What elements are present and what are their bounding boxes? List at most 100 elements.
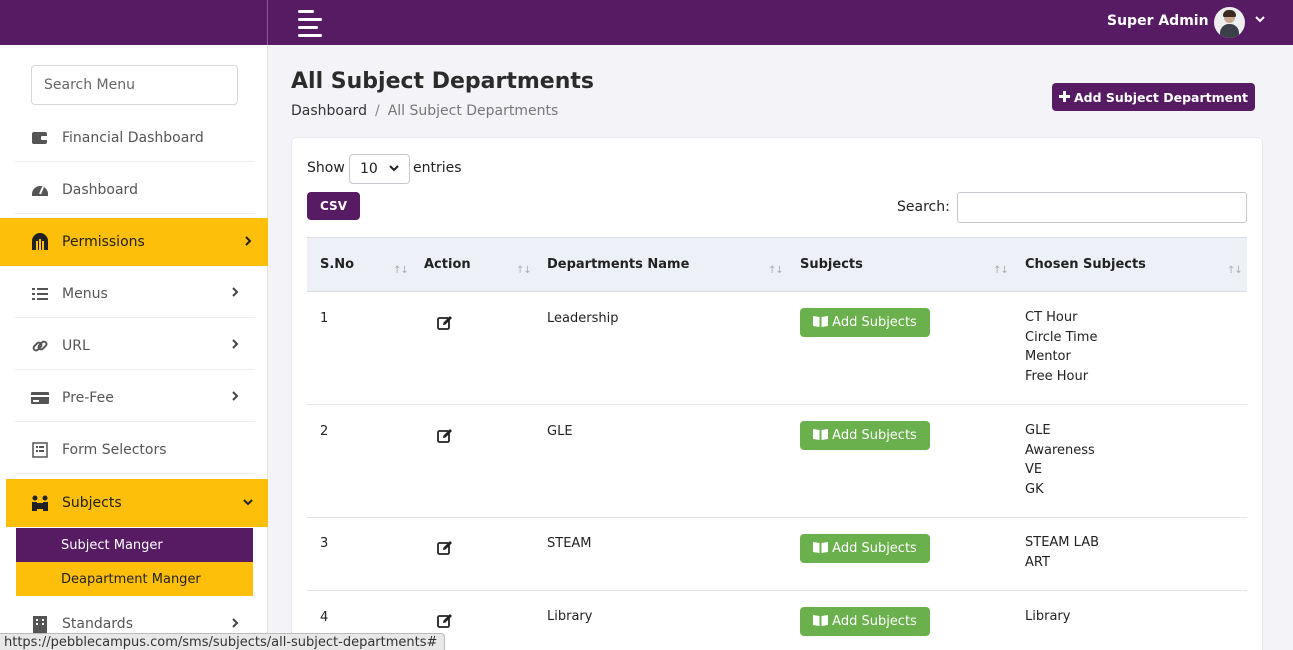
- add-subject-department-button[interactable]: Add Subject Department: [1052, 83, 1255, 111]
- sidebar-item-pre-fee[interactable]: Pre-Fee: [15, 374, 255, 422]
- add-subjects-button[interactable]: Add Subjects: [800, 607, 930, 636]
- list-icon: [31, 285, 49, 303]
- row-sno: 3: [320, 536, 329, 551]
- sort-icon[interactable]: ↑↓: [516, 265, 532, 276]
- sidebar: Financial Dashboard Dashboard Permission…: [0, 45, 268, 650]
- table-row: 4 Library Add Subjects Library: [307, 591, 1247, 650]
- column-header-chosen-subjects[interactable]: Chosen Subjects: [1025, 238, 1146, 291]
- row-department-name: GLE: [547, 424, 573, 439]
- sidebar-item-label: Menus: [62, 285, 108, 302]
- brand-area: [0, 0, 268, 45]
- breadcrumb-separator: /: [374, 103, 380, 119]
- chosen-subject: GK: [1025, 481, 1044, 497]
- entries-select[interactable]: 10: [349, 154, 410, 184]
- search-menu-input[interactable]: [31, 65, 238, 105]
- sidebar-item-label: Financial Dashboard: [62, 129, 204, 146]
- row-department-name: Library: [547, 609, 593, 624]
- table-row: 2 GLE Add Subjects GLE Awareness VE GK: [307, 405, 1247, 518]
- table-header: S.No ↑↓ Action ↑↓ Departments Name ↑↓ Su…: [307, 237, 1247, 292]
- entries-select-value: 10: [360, 161, 378, 177]
- edit-icon[interactable]: [437, 315, 453, 331]
- row-sno: 2: [320, 424, 329, 439]
- sidebar-item-financial-dashboard[interactable]: Financial Dashboard: [15, 114, 255, 162]
- row-chosen-subjects: CT Hour Circle Time Mentor Free Hour: [1025, 308, 1097, 386]
- sidebar-item-label: Dashboard: [62, 181, 138, 198]
- chosen-subject: Awareness: [1025, 442, 1095, 458]
- sort-icon[interactable]: ↑↓: [768, 265, 784, 276]
- table-row: 3 STEAM Add Subjects STEAM LAB ART: [307, 518, 1247, 591]
- column-header-sno[interactable]: S.No: [320, 238, 354, 291]
- column-header-departments-name[interactable]: Departments Name: [547, 238, 689, 291]
- form-icon: [31, 441, 49, 459]
- sidebar-item-label: URL: [62, 337, 90, 354]
- sidebar-item-label: Form Selectors: [62, 441, 167, 458]
- gauge-icon: [31, 181, 49, 199]
- add-subjects-label: Add Subjects: [832, 428, 917, 443]
- table-search-input[interactable]: [957, 192, 1247, 223]
- edit-icon[interactable]: [437, 540, 453, 556]
- entries-label: entries: [413, 160, 462, 176]
- row-sno: 1: [320, 311, 329, 326]
- edit-icon[interactable]: [437, 613, 453, 629]
- add-subjects-label: Add Subjects: [832, 315, 917, 330]
- row-chosen-subjects: STEAM LAB ART: [1025, 533, 1099, 572]
- sort-icon[interactable]: ↑↓: [1227, 265, 1243, 276]
- sort-icon[interactable]: ↑↓: [393, 265, 409, 276]
- chevron-down-icon[interactable]: [1254, 13, 1266, 29]
- breadcrumb-current: All Subject Departments: [387, 103, 559, 119]
- sidebar-item-permissions[interactable]: Permissions: [0, 218, 268, 266]
- csv-export-button[interactable]: CSV: [307, 192, 360, 220]
- sidebar-item-form-selectors[interactable]: Form Selectors: [15, 426, 255, 474]
- chosen-subject: Free Hour: [1025, 368, 1089, 384]
- row-department-name: STEAM: [547, 536, 592, 551]
- credit-card-icon: [31, 389, 49, 407]
- chevron-down-icon: [243, 496, 253, 511]
- chosen-subject: VE: [1025, 462, 1043, 477]
- sidebar-subitem-label: Deapartment Manger: [61, 571, 201, 587]
- sidebar-item-url[interactable]: URL: [15, 322, 255, 370]
- link-icon: [31, 337, 49, 355]
- sidebar-item-label: Permissions: [62, 234, 145, 250]
- people-carry-icon: [31, 494, 49, 512]
- add-subjects-button[interactable]: Add Subjects: [800, 308, 930, 337]
- row-chosen-subjects: GLE Awareness VE GK: [1025, 421, 1095, 499]
- sidebar-item-label: Pre-Fee: [62, 389, 114, 406]
- row-chosen-subjects: Library: [1025, 607, 1070, 627]
- column-header-label: S.No: [320, 257, 355, 272]
- row-sno: 4: [320, 610, 329, 625]
- sidebar-subitem-subject-manger[interactable]: Subject Manger: [16, 528, 253, 562]
- breadcrumb-home-link[interactable]: Dashboard: [291, 103, 367, 119]
- chevron-right-icon: [230, 286, 240, 301]
- wallet-icon: [31, 129, 49, 147]
- column-header-label: Departments Name: [547, 257, 690, 272]
- add-subjects-button[interactable]: Add Subjects: [800, 534, 930, 563]
- sidebar-item-menus[interactable]: Menus: [15, 270, 255, 318]
- table-search-label: Search:: [897, 199, 950, 215]
- chevron-right-icon: [230, 617, 240, 632]
- menu-toggle-icon[interactable]: [298, 10, 322, 37]
- add-subjects-button[interactable]: Add Subjects: [800, 421, 930, 450]
- column-header-subjects[interactable]: Subjects: [800, 238, 863, 291]
- book-open-icon: [813, 428, 829, 444]
- book-open-icon: [813, 315, 829, 331]
- table-row: 1 Leadership Add Subjects CT Hour Circle…: [307, 292, 1247, 405]
- chosen-subject: Mentor: [1025, 349, 1071, 364]
- chosen-subject: STEAM LAB: [1025, 535, 1100, 550]
- column-header-action[interactable]: Action: [424, 238, 471, 291]
- chosen-subject: ART: [1025, 554, 1050, 570]
- building-icon: [31, 615, 49, 633]
- column-header-label: Action: [424, 257, 471, 272]
- sidebar-item-label: Subjects: [62, 495, 122, 511]
- sidebar-item-dashboard[interactable]: Dashboard: [15, 166, 255, 214]
- avatar[interactable]: [1214, 7, 1245, 38]
- sidebar-subitem-department-manger[interactable]: Deapartment Manger: [16, 562, 253, 596]
- edit-icon[interactable]: [437, 428, 453, 444]
- status-bar-url: https://pebblecampus.com/sms/subjects/al…: [0, 633, 446, 650]
- chosen-subject: Circle Time: [1025, 329, 1098, 345]
- add-subjects-label: Add Subjects: [832, 541, 917, 556]
- chevron-right-icon: [243, 235, 253, 250]
- sort-icon[interactable]: ↑↓: [993, 265, 1009, 276]
- user-name[interactable]: Super Admin: [1107, 13, 1209, 29]
- sidebar-item-subjects[interactable]: Subjects: [6, 479, 268, 527]
- chevron-right-icon: [230, 338, 240, 353]
